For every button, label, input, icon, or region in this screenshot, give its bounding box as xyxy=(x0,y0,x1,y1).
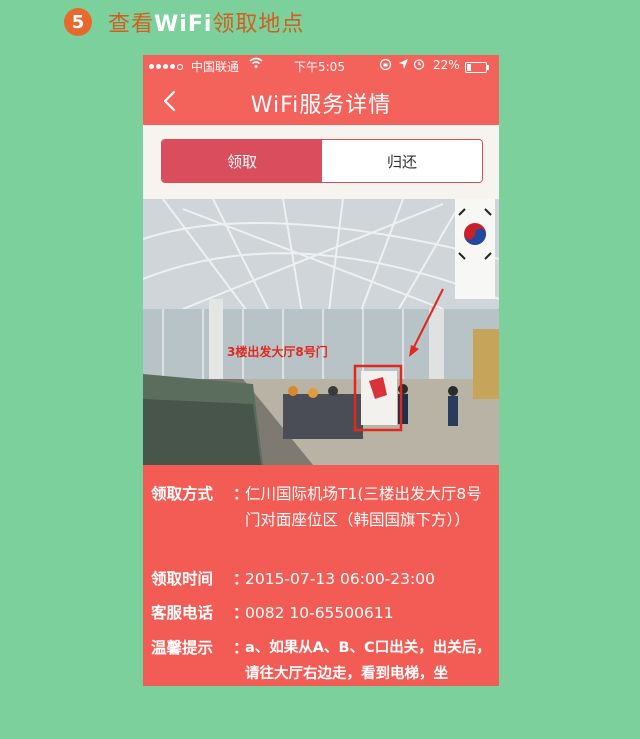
tab-return[interactable]: 归还 xyxy=(322,140,482,182)
step-title-post: 领取地点 xyxy=(212,12,305,37)
status-bar: 中国联通 下午5:05 22% xyxy=(143,55,499,77)
detail-sep: ： xyxy=(233,639,249,657)
step-title-pre: 查看 xyxy=(108,12,155,37)
detail-label: 客服电话 xyxy=(151,604,214,622)
detail-sep: ： xyxy=(233,604,249,622)
battery-percent: 22% xyxy=(433,58,460,72)
detail-sep: ： xyxy=(233,570,249,588)
page-title: WiFi服务详情 xyxy=(250,93,392,118)
detail-sep: ： xyxy=(233,485,249,503)
step-header: 5 查看WiFi领取地点 xyxy=(64,6,304,38)
detail-row-method: 领取方式 ： 仁川国际机场T1(三楼出发大厅8号门对面座位区（韩国国旗下方）） xyxy=(151,481,493,533)
detail-row-phone: 客服电话 ： 0082 10-65500611 xyxy=(151,600,493,626)
signal-dots-icon xyxy=(149,59,185,73)
detail-value: a、如果从A、B、C口出关，出关后，请往大厅右边走，看到电梯，坐 xyxy=(245,640,491,682)
detail-label: 温馨提示 xyxy=(151,639,214,657)
detail-value: 2015-07-13 06:00-23:00 xyxy=(245,570,435,588)
step-title: 查看WiFi领取地点 xyxy=(108,6,304,38)
photo-annotation: 3楼出发大厅8号门 xyxy=(227,345,328,359)
airport-photo: 3楼出发大厅8号门 xyxy=(143,199,499,465)
detail-value: 仁川国际机场T1(三楼出发大厅8号门对面座位区（韩国国旗下方）） xyxy=(245,485,482,529)
alarm-icon xyxy=(413,58,425,73)
wifi-icon xyxy=(249,57,263,72)
tab-pickup[interactable]: 领取 xyxy=(162,140,322,182)
phone-screen: 中国联通 下午5:05 22% WiFi服务详情 领取 归还 3楼出发大厅8号门… xyxy=(143,55,499,686)
detail-row-tips: 温馨提示 ： a、如果从A、B、C口出关，出关后，请往大厅右边走，看到电梯，坐 xyxy=(151,635,493,686)
nav-bar: WiFi服务详情 xyxy=(143,77,499,125)
lock-rotation-icon xyxy=(379,58,392,74)
pickup-details: 领取方式 ： 仁川国际机场T1(三楼出发大厅8号门对面座位区（韩国国旗下方）） … xyxy=(143,465,499,686)
detail-label: 领取时间 xyxy=(151,570,214,588)
status-time: 下午5:05 xyxy=(294,60,345,74)
battery-icon xyxy=(465,60,489,74)
detail-label: 领取方式 xyxy=(151,485,214,503)
step-title-highlight: WiFi xyxy=(154,12,213,37)
step-number-badge: 5 xyxy=(64,8,92,36)
location-icon xyxy=(398,58,409,73)
carrier-label: 中国联通 xyxy=(191,60,240,74)
segmented-control: 领取 归还 xyxy=(161,139,483,183)
detail-value[interactable]: 0082 10-65500611 xyxy=(245,600,493,626)
tab-area: 领取 归还 xyxy=(143,125,499,199)
airport-photo-illustration xyxy=(143,199,499,465)
detail-row-time: 领取时间 ： 2015-07-13 06:00-23:00 xyxy=(151,566,493,592)
